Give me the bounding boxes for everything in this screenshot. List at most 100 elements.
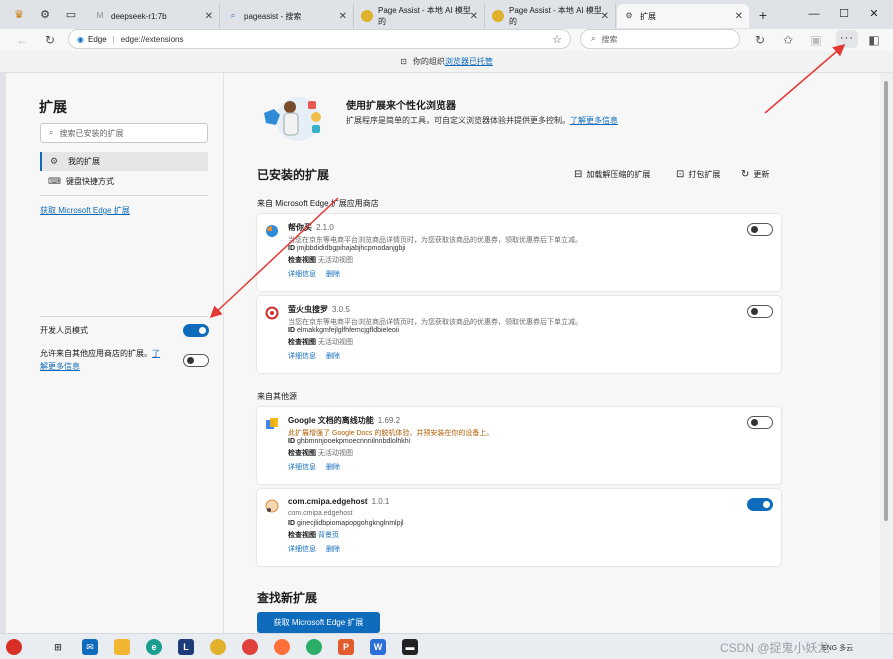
remove-link[interactable]: 删除 — [326, 353, 340, 360]
extension-id: ghbmnnjooekpmoecnnnilnnbdlolhkhi — [296, 438, 411, 445]
tab-page-assist-1[interactable]: Page Assist - 本地 AI 模型的 ✕ — [355, 4, 485, 28]
close-icon[interactable]: ✕ — [601, 11, 609, 22]
tab-extensions[interactable]: ⚙ 扩展 ✕ — [617, 4, 749, 28]
google-docs-offline-icon — [266, 418, 278, 429]
tab-search[interactable]: ⌕ pageasist - 搜索 ✕ — [221, 4, 354, 28]
refresh-icon[interactable]: ↻ — [42, 32, 58, 48]
refresh-page-icon[interactable]: ↻ — [752, 32, 768, 48]
search-box[interactable]: ⌕ 搜索 — [580, 29, 740, 49]
extensions-search-input[interactable]: ⌕ 搜索已安装的扩展 — [40, 123, 208, 143]
extension-enable-toggle[interactable] — [747, 416, 773, 429]
search-icon: ⌕ — [230, 11, 236, 20]
wechat-icon[interactable] — [306, 639, 322, 655]
workspaces-icon[interactable]: ⚙ — [38, 8, 52, 22]
task-view-icon[interactable]: ⊞ — [50, 639, 66, 655]
security-app-icon[interactable] — [242, 639, 258, 655]
extension-name: Google 文档的离线功能 — [288, 416, 374, 425]
extension-card: com.cmipa.edgehost 1.0.1 com.cmipa.edgeho… — [257, 489, 781, 566]
learn-more-link[interactable]: 了解更多信息 — [570, 116, 618, 125]
extensions-icon: ⚙ — [625, 11, 633, 20]
divider — [40, 316, 208, 317]
edge-browser-icon[interactable]: e — [146, 639, 162, 655]
firefox-icon[interactable] — [274, 639, 290, 655]
allow-other-stores-toggle[interactable] — [183, 354, 209, 367]
remove-link[interactable]: 删除 — [326, 464, 340, 471]
profile-icon[interactable]: ♛ — [12, 8, 26, 22]
tab-label: Page Assist - 本地 AI 模型的 — [509, 6, 602, 26]
address-toolbar: ← ↻ ◉ Edge | edge://extensions ☆ ⌕ 搜索 ↻ … — [0, 29, 893, 51]
package-icon: ⊡ — [676, 169, 685, 180]
mail-icon[interactable]: ✉ — [82, 639, 98, 655]
minimize-icon[interactable]: — — [806, 6, 822, 22]
chrome-icon[interactable] — [210, 639, 226, 655]
pack-extension-button[interactable]: ⊡ 打包扩展 — [676, 169, 720, 180]
hero-illustration — [264, 97, 321, 141]
refresh-icon: ↻ — [741, 169, 750, 180]
extension-id: jmjbbdididbgpihajabjhcpmodanjgbji — [296, 245, 406, 252]
background-page-link[interactable]: 背景页 — [318, 532, 339, 539]
back-icon[interactable]: ← — [14, 32, 30, 48]
extension-enable-toggle[interactable] — [747, 223, 773, 236]
close-icon[interactable]: ✕ — [205, 11, 213, 22]
maximize-icon[interactable]: ☐ — [836, 6, 852, 22]
remove-link[interactable]: 删除 — [326, 546, 340, 553]
remove-link[interactable]: 删除 — [326, 271, 340, 278]
l-app-icon[interactable]: L — [178, 639, 194, 655]
new-tab-icon[interactable]: + — [756, 8, 770, 22]
extension-description: 此扩展增强了 Google Docs 的脱机体验，并预安装在你的设备上。 — [288, 430, 494, 437]
edge-icon: ◉ — [77, 34, 84, 44]
close-icon[interactable]: ✕ — [339, 11, 347, 22]
load-unpacked-button[interactable]: ⊟ 加载解压缩的扩展 — [574, 169, 650, 180]
settings-more-button[interactable]: ··· — [836, 30, 858, 48]
tab-label: pageasist - 搜索 — [244, 11, 302, 21]
tab-deepseek[interactable]: M deepseek-r1:7b ✕ — [88, 4, 220, 28]
search-icon: ⌕ — [49, 128, 54, 137]
update-button[interactable]: ↻ 更新 — [741, 169, 769, 180]
bangnimai-icon — [266, 225, 278, 237]
scrollbar[interactable] — [880, 73, 893, 633]
scrollbar-thumb[interactable] — [884, 81, 888, 521]
extension-version: 2.1.0 — [316, 223, 334, 232]
extension-enable-toggle[interactable] — [747, 305, 773, 318]
lantern-icon — [6, 639, 22, 655]
tab-page-assist-2[interactable]: Page Assist - 本地 AI 模型的 ✕ — [486, 4, 616, 28]
allow-other-stores-text: 允许来自其他应用商店的扩展。了 解更多信息 — [40, 349, 160, 371]
close-window-icon[interactable]: ✕ — [866, 6, 882, 22]
learn-more-link[interactable]: 了 — [152, 349, 160, 358]
close-icon[interactable]: ✕ — [735, 11, 743, 22]
tab-actions-icon[interactable]: ▭ — [64, 8, 78, 22]
managed-link[interactable]: 浏览器已托管 — [445, 56, 493, 67]
collections-icon[interactable]: ▣ — [808, 32, 824, 48]
extension-card: 萤火虫搜罗 3.0.5 当您在京东等电商平台浏览商品详情页时，为您获取该商品的优惠… — [257, 296, 781, 373]
get-edge-extensions-button[interactable]: 获取 Microsoft Edge 扩展 — [257, 612, 380, 633]
extension-card: 帮你买 2.1.0 当您在京东等电商平台浏览商品详情页时，为您获取该商品的优惠券，… — [257, 214, 781, 291]
terminal-icon[interactable]: ▬ — [402, 639, 418, 655]
tab-strip: ♛ ⚙ ▭ M deepseek-r1:7b ✕ ⌕ pageasist - 搜… — [0, 0, 893, 29]
developer-mode-toggle[interactable] — [183, 324, 209, 337]
favorite-star-icon[interactable]: ☆ — [552, 33, 562, 46]
word-icon[interactable]: W — [370, 639, 386, 655]
sidebar-item-keyboard-shortcuts[interactable]: ⌨ 键盘快捷方式 — [40, 172, 208, 191]
extension-enable-toggle[interactable] — [747, 498, 773, 511]
details-link[interactable]: 详细信息 — [288, 546, 316, 553]
developer-mode-label: 开发人员模式 — [40, 326, 88, 335]
learn-more-link[interactable]: 解更多信息 — [40, 362, 80, 371]
favorites-icon[interactable]: ✩ — [780, 32, 796, 48]
close-icon[interactable]: ✕ — [470, 11, 478, 22]
file-explorer-icon[interactable] — [114, 639, 130, 655]
details-link[interactable]: 详细信息 — [288, 353, 316, 360]
extension-version: 1.0.1 — [371, 497, 390, 506]
find-extensions-title: 查找新扩展 — [257, 591, 318, 605]
details-link[interactable]: 详细信息 — [288, 271, 316, 278]
inspect-views: 无活动视图 — [317, 257, 353, 264]
sidebar-item-my-extensions[interactable]: ⚙ 我的扩展 — [40, 152, 208, 171]
powerpoint-icon[interactable]: P — [338, 639, 354, 655]
details-link[interactable]: 详细信息 — [288, 464, 316, 471]
extension-description: com.cmipa.edgehost — [288, 510, 353, 517]
infobar-text: 你的组织 — [412, 57, 445, 66]
sidebar-toggle-icon[interactable]: ◧ — [866, 32, 882, 48]
extension-description: 当您在京东等电商平台浏览商品详情页时，为您获取该商品的优惠券，领取优惠券后下单立… — [288, 319, 582, 326]
address-bar[interactable]: ◉ Edge | edge://extensions ☆ — [68, 29, 571, 49]
get-edge-extensions-link[interactable]: 获取 Microsoft Edge 扩展 — [40, 205, 130, 216]
extensions-main: 使用扩展来个性化浏览器 扩展程序是简单的工具，可自定义浏览器体验并提供更多控制。… — [224, 73, 880, 633]
